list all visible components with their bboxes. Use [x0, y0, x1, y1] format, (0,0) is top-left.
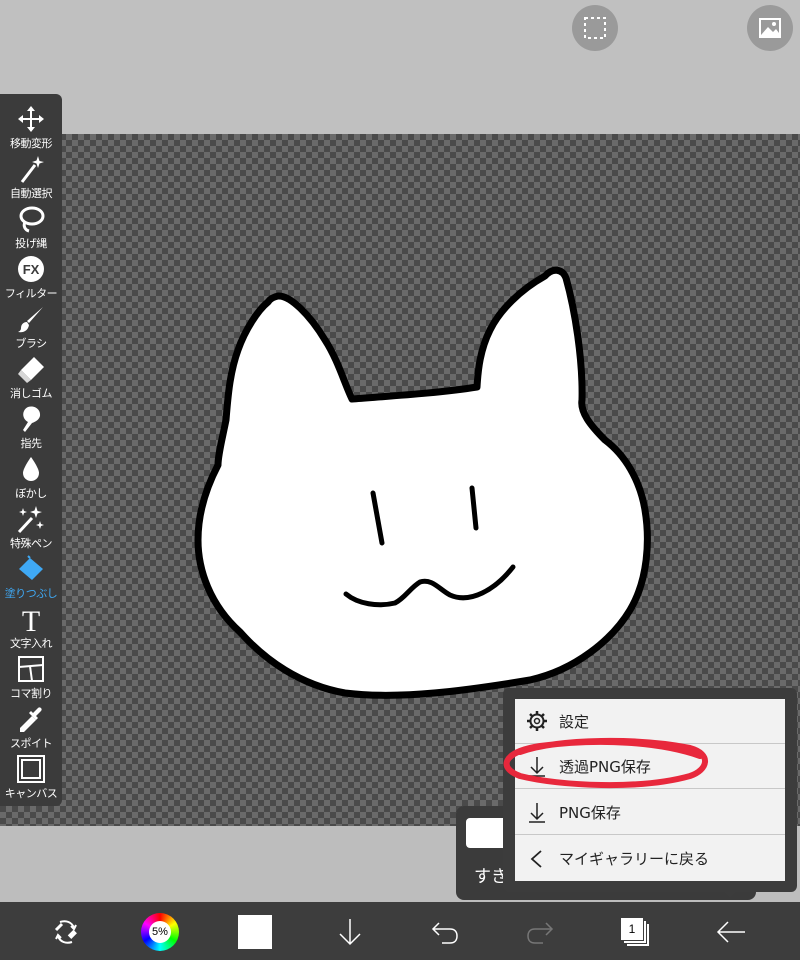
- tool-auto-select[interactable]: 自動選択: [0, 152, 62, 202]
- layer-count: 1: [628, 922, 636, 936]
- menu-item-settings[interactable]: 設定: [515, 699, 785, 744]
- current-color-swatch: [238, 915, 272, 949]
- menu-item-label: PNG保存: [559, 803, 621, 822]
- tool-eyedropper[interactable]: スポイト: [0, 702, 62, 752]
- tool-label: コマ割り: [10, 687, 53, 700]
- image-button[interactable]: [747, 5, 793, 51]
- menu-item-save-transparent-png[interactable]: 透過PNG保存: [515, 744, 785, 789]
- color-wheel-icon: 5%: [141, 913, 179, 951]
- tool-label: 特殊ペン: [10, 537, 53, 550]
- tool-label: 消しゴム: [10, 387, 53, 400]
- fx-glyph: FX: [23, 262, 40, 277]
- selection-button[interactable]: [572, 5, 618, 51]
- tool-frame-divide[interactable]: コマ割り: [0, 652, 62, 702]
- finger-icon: [23, 406, 41, 432]
- fx-icon: FX: [18, 256, 44, 282]
- move-icon: [18, 106, 44, 132]
- tool-label: 文字入れ: [10, 637, 53, 650]
- chevron-left-icon: [525, 847, 549, 871]
- tool-blur[interactable]: ぼかし: [0, 452, 62, 502]
- bottom-bar: 5% 1: [0, 902, 800, 960]
- tool-label: 投げ縄: [15, 237, 47, 250]
- brush-icon: [18, 307, 43, 333]
- magic-wand-icon: [20, 156, 44, 183]
- tool-label: 塗りつぶし: [4, 587, 58, 600]
- color-wheel-button[interactable]: 5%: [138, 910, 182, 954]
- sparkle-pen-icon: [17, 506, 44, 534]
- menu-item-label: マイギャラリーに戻る: [559, 850, 710, 868]
- canvas-icon: [17, 755, 45, 783]
- tool-finger[interactable]: 指先: [0, 402, 62, 452]
- download-icon: [525, 754, 549, 778]
- blur-drop-icon: [23, 457, 39, 481]
- tool-canvas[interactable]: キャンバス: [0, 752, 62, 802]
- redo-icon: [527, 922, 554, 944]
- redo-button[interactable]: [518, 910, 562, 954]
- tool-special-pen[interactable]: 特殊ペン: [0, 502, 62, 552]
- layers-button[interactable]: 1: [613, 910, 657, 954]
- tool-label: 移動変形: [10, 137, 53, 150]
- tool-text[interactable]: T 文字入れ: [0, 602, 62, 652]
- arrow-left-icon: [716, 921, 745, 943]
- dashed-selection-icon: [584, 17, 606, 39]
- image-icon: [759, 18, 781, 38]
- menu-item-label: 透過PNG保存: [559, 757, 651, 776]
- tool-label: 自動選択: [10, 187, 53, 200]
- top-bar: [0, 0, 800, 134]
- tool-label: 指先: [20, 437, 43, 450]
- tool-eraser[interactable]: 消しゴム: [0, 352, 62, 402]
- tool-fill[interactable]: 塗りつぶし: [0, 552, 62, 602]
- undo-button[interactable]: [423, 910, 467, 954]
- eyedropper-icon: [20, 707, 42, 732]
- eraser-icon: [18, 357, 44, 383]
- current-color-button[interactable]: [233, 910, 277, 954]
- download-button[interactable]: [328, 910, 372, 954]
- brush-size-label: 5%: [152, 926, 168, 938]
- tool-filter[interactable]: FX フィルター: [0, 252, 62, 302]
- text-icon: T: [22, 605, 40, 634]
- text-glyph: T: [22, 605, 40, 634]
- tool-brush[interactable]: ブラシ: [0, 302, 62, 352]
- tool-label: ぼかし: [15, 487, 47, 500]
- tool-palette: 移動変形 自動選択 投げ縄 FX フィルター ブラシ 消しゴム 指先 ぼかし 特…: [0, 94, 62, 806]
- menu-item-save-png[interactable]: PNG保存: [515, 790, 785, 835]
- options-menu: 設定 透過PNG保存 PNG保存 マイギャラリーに戻る: [515, 699, 785, 881]
- layers-icon: 1: [620, 917, 650, 947]
- tool-label: キャンバス: [4, 787, 58, 800]
- menu-pointer: [718, 886, 742, 898]
- menu-item-label: 設定: [559, 712, 590, 731]
- download-icon: [525, 800, 549, 824]
- tool-move[interactable]: 移動変形: [0, 102, 62, 152]
- back-button[interactable]: [709, 910, 753, 954]
- arrow-down-icon: [339, 919, 361, 946]
- gear-icon: [525, 709, 549, 733]
- tool-lasso[interactable]: 投げ縄: [0, 202, 62, 252]
- swap-color-button[interactable]: [44, 910, 88, 954]
- menu-item-back-to-gallery[interactable]: マイギャラリーに戻る: [515, 836, 785, 881]
- bucket-icon: [19, 555, 43, 580]
- frame-divide-icon: [18, 656, 44, 682]
- undo-icon: [431, 922, 458, 944]
- swap-brush-eraser-icon: [54, 920, 77, 944]
- lasso-icon: [19, 206, 45, 233]
- tool-label: フィルター: [4, 287, 58, 300]
- tool-label: ブラシ: [15, 337, 47, 350]
- tool-label: スポイト: [10, 737, 53, 750]
